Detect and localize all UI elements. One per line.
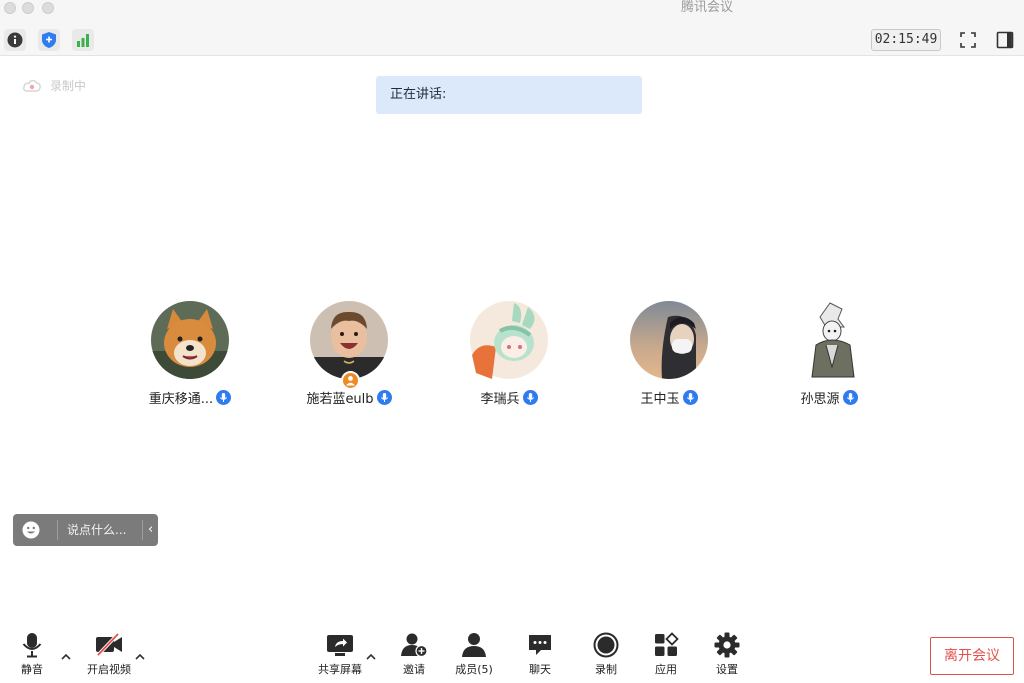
fullscreen-button[interactable] xyxy=(957,29,979,51)
sidebar-toggle-button[interactable] xyxy=(994,29,1016,51)
video-off-icon xyxy=(96,632,122,657)
mute-button[interactable]: 静音 xyxy=(15,632,49,678)
settings-label: 设置 xyxy=(716,663,738,676)
participant-tile[interactable]: 重庆移通... xyxy=(120,301,260,411)
share-screen-button[interactable]: 共享屏幕 xyxy=(315,632,365,678)
start-video-button[interactable]: 开启视频 xyxy=(83,632,135,678)
window-title: 腾讯会议 xyxy=(680,0,733,15)
members-button[interactable]: 成员(5) xyxy=(454,632,494,678)
apps-grid-icon xyxy=(655,632,679,656)
security-button[interactable] xyxy=(38,29,60,51)
chat-divider xyxy=(57,520,58,540)
microphone-icon xyxy=(22,633,42,658)
apps-label: 应用 xyxy=(655,663,677,676)
participant-name-row: 施若蓝eulb xyxy=(279,388,419,407)
apps-button[interactable]: 应用 xyxy=(651,632,681,678)
participant-name: 王中玉 xyxy=(640,392,680,407)
participant-tile[interactable]: 孙思源 xyxy=(759,301,899,411)
chat-input[interactable]: 说点什么... xyxy=(67,514,126,546)
collapse-chat-icon[interactable]: ‹ xyxy=(148,514,153,546)
masked-person-avatar-icon xyxy=(630,301,708,379)
avatar xyxy=(470,301,548,379)
chevron-up-icon[interactable] xyxy=(364,650,378,664)
share-screen-icon xyxy=(327,635,353,656)
start-video-label: 开启视频 xyxy=(87,663,131,676)
chevron-up-icon[interactable] xyxy=(59,650,73,664)
gear-icon xyxy=(714,632,740,658)
avatar xyxy=(790,301,868,379)
mic-icon xyxy=(682,390,698,405)
child-photo-avatar-icon xyxy=(310,301,388,379)
chat-bubble-icon xyxy=(529,635,551,655)
chat-label: 聊天 xyxy=(529,663,551,676)
mic-icon xyxy=(216,390,232,405)
participant-tile[interactable]: 施若蓝eulb xyxy=(279,301,419,411)
mute-label: 静音 xyxy=(21,663,43,676)
info-icon xyxy=(7,32,23,48)
chat-button[interactable]: 聊天 xyxy=(525,632,555,678)
participant-tile[interactable]: 王中玉 xyxy=(599,301,739,411)
chevron-up-icon[interactable] xyxy=(133,650,147,664)
shiba-dog-avatar-icon xyxy=(151,301,229,379)
chat-divider xyxy=(142,520,143,540)
recording-indicator: 录制中 xyxy=(22,76,86,94)
info-button[interactable] xyxy=(4,29,26,51)
participant-name: 孙思源 xyxy=(800,392,840,407)
invite-label: 邀请 xyxy=(403,663,425,676)
share-screen-label: 共享屏幕 xyxy=(318,663,362,676)
participant-name: 施若蓝eulb xyxy=(306,392,374,407)
network-status-button[interactable] xyxy=(72,29,94,51)
participant-name-row: 王中玉 xyxy=(599,388,739,407)
user-icon xyxy=(462,633,486,657)
mic-icon xyxy=(376,390,392,405)
participant-tile[interactable]: 李瑞兵 xyxy=(439,301,579,411)
avatar xyxy=(310,301,388,379)
invite-button[interactable]: 邀请 xyxy=(398,632,430,678)
record-label: 录制 xyxy=(595,663,617,676)
leave-meeting-button[interactable]: 离开会议 xyxy=(930,637,1014,675)
sidebar-toggle-icon xyxy=(996,31,1014,49)
emoji-icon[interactable] xyxy=(22,521,40,539)
record-button[interactable]: 录制 xyxy=(591,632,621,678)
anime-character-avatar-icon xyxy=(470,301,548,379)
cloud-record-icon xyxy=(23,79,41,92)
participant-name: 李瑞兵 xyxy=(480,392,520,407)
participant-name: 重庆移通... xyxy=(148,392,214,407)
quick-chat-bar[interactable]: 说点什么... ‹ xyxy=(13,514,158,546)
fullscreen-icon xyxy=(960,32,976,48)
title-bar: 腾讯会议 xyxy=(0,0,1024,24)
mic-icon xyxy=(842,390,858,405)
participant-name-row: 孙思源 xyxy=(759,388,899,407)
add-user-icon xyxy=(401,633,428,658)
participant-name-row: 重庆移通... xyxy=(120,388,260,407)
meeting-timer: 02:15:49 xyxy=(871,29,941,51)
signal-icon xyxy=(77,34,89,47)
avatar xyxy=(151,301,229,379)
speaking-banner: 正在讲话: xyxy=(376,76,642,114)
recording-label: 录制中 xyxy=(50,78,87,93)
meeting-toolbar: 02:15:49 xyxy=(0,24,1024,56)
settings-button[interactable]: 设置 xyxy=(712,632,742,678)
mic-icon xyxy=(522,390,538,405)
avatar xyxy=(630,301,708,379)
record-icon xyxy=(593,632,619,658)
participant-name-row: 李瑞兵 xyxy=(439,388,579,407)
sketch-character-avatar-icon xyxy=(790,301,868,379)
members-label: 成员(5) xyxy=(455,663,493,676)
shield-icon xyxy=(42,32,56,48)
